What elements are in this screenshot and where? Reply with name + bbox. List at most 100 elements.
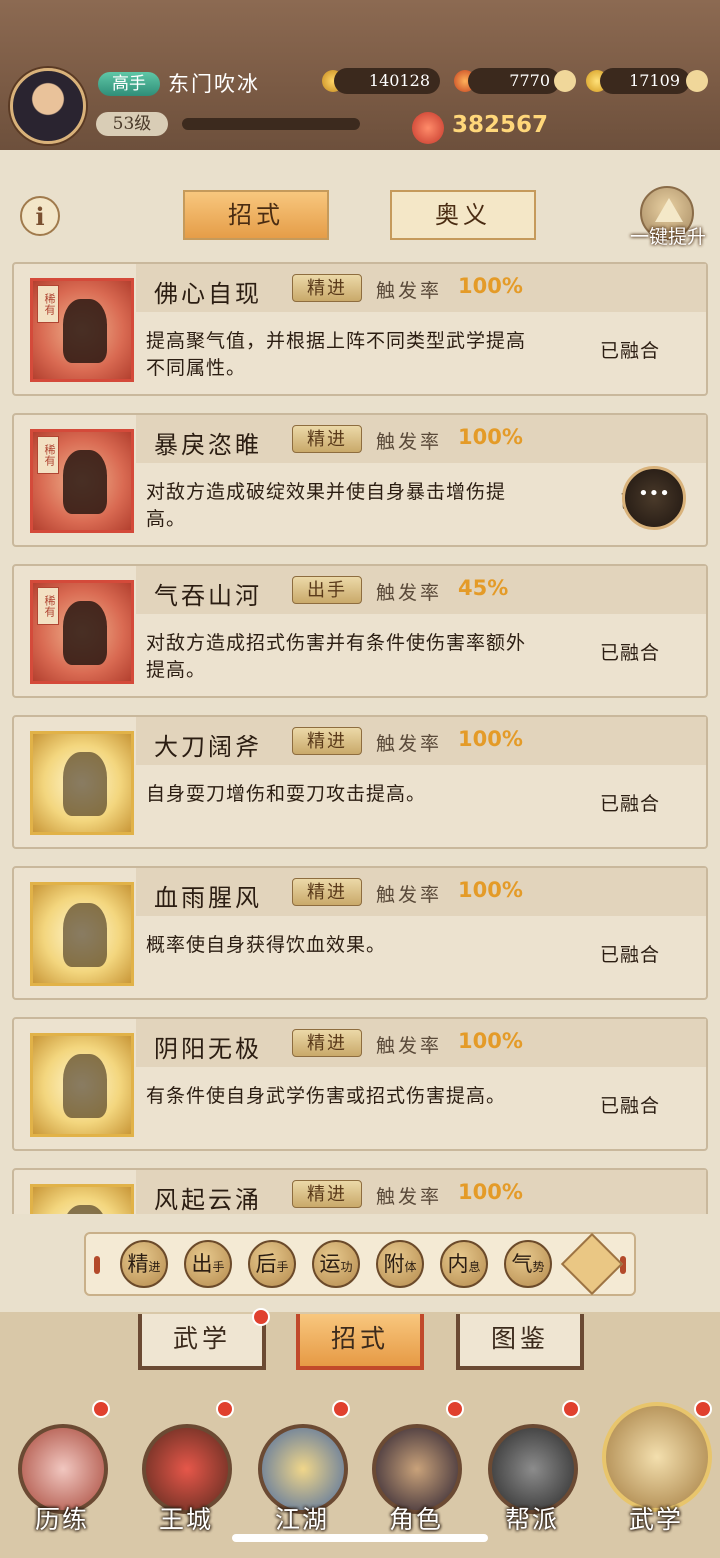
power-value: 382567 [452,112,549,138]
filter-sub-char: 功 [340,1260,353,1274]
skill-icon[interactable]: 稀有 [30,429,134,533]
skill-card[interactable]: 稀有 佛心自现 精进 触发率 100% 提高聚气值，并根据上阵不同类型武学提高不… [12,262,708,396]
chat-button[interactable] [622,466,686,530]
nav-wuxue-label: 武学 [628,1505,683,1534]
filter-button[interactable]: 后手 [248,1240,296,1288]
trigger-rate: 100% [458,425,523,449]
filter-button[interactable]: 运功 [312,1240,360,1288]
skill-tag: 出手 [292,576,362,604]
home-indicator [232,1534,488,1542]
skill-desc: 有条件使自身武学伤害或招式伤害提高。 [146,1085,507,1107]
skill-name: 血雨腥风 [154,884,262,912]
skill-status: 已融合 [599,340,660,362]
skill-art-icon [63,1054,107,1118]
skill-icon[interactable]: 稀有 [30,278,134,382]
trigger-rate: 100% [458,1180,523,1204]
skill-list[interactable]: 稀有 佛心自现 精进 触发率 100% 提高聚气值，并根据上阵不同类型武学提高不… [0,252,720,1214]
filter-button[interactable]: 精进 [120,1240,168,1288]
nav-jianghu[interactable]: 江湖 [244,1400,360,1540]
skill-icon[interactable]: 稀有 [30,580,134,684]
skill-desc: 提高聚气值，并根据上阵不同类型武学提高不同属性。 [146,330,527,379]
tab-aoyi[interactable]: 奥义 [390,190,536,240]
skill-name: 佛心自现 [154,280,262,308]
nav-jianghu-dot [332,1400,350,1418]
skill-art-icon [63,1205,107,1214]
filter-sub-char: 体 [404,1260,417,1274]
fire-count: 7770 [468,68,560,94]
nav-bangpai[interactable]: 帮派 [474,1400,590,1540]
upgrade-all-label: 一键提升 [629,226,706,248]
upgrade-all-button[interactable]: 一键提升 [622,186,714,248]
skill-status: 已融合 [599,642,660,664]
skill-tag: 精进 [292,878,362,906]
skill-art-icon [63,903,107,967]
skill-desc: 对敌方造成招式伤害并有条件使伤害率额外提高。 [146,632,527,681]
skill-desc: 概率使自身获得饮血效果。 [146,934,387,956]
filter-main-char: 后 [255,1252,277,1276]
trigger-rate: 100% [458,878,523,902]
skill-card[interactable]: 大刀阔斧 精进 触发率 100% 自身耍刀增伤和耍刀攻击提高。 已融合 [12,715,708,849]
nav-jianghu-label: 江湖 [274,1505,329,1534]
nav-bangpai-dot [562,1400,580,1418]
skill-card[interactable]: 阴阳无极 精进 触发率 100% 有条件使自身武学伤害或招式伤害提高。 已融合 [12,1017,708,1151]
player-avatar[interactable] [10,68,86,144]
skill-art-icon [63,752,107,816]
info-button[interactable]: i [20,196,60,236]
skill-status: 已融合 [599,944,660,966]
skill-desc: 对敌方造成破绽效果并使自身暴击增伤提高。 [146,481,507,530]
skill-card[interactable]: 血雨腥风 精进 触发率 100% 概率使自身获得饮血效果。 已融合 [12,866,708,1000]
filter-button[interactable]: 出手 [184,1240,232,1288]
filter-sub-char: 息 [468,1260,481,1274]
nav-lilian-label: 历练 [34,1505,89,1534]
skill-tag: 精进 [292,1180,362,1208]
trigger-rate: 100% [458,727,523,751]
ingot-add-icon[interactable] [686,70,708,92]
skill-tag: 精进 [292,425,362,453]
skill-status: 已融合 [599,1095,660,1117]
trigger-label: 触发率 [376,582,443,604]
filter-button[interactable]: 内息 [440,1240,488,1288]
skill-name: 暴戾恣睢 [154,431,262,459]
ingot-count: 17109 [600,68,690,94]
skill-name: 大刀阔斧 [154,733,262,761]
bar-end-left [94,1256,100,1274]
subtab-zhaoshi[interactable]: 招式 [296,1314,424,1370]
nav-lilian[interactable]: 历练 [4,1400,120,1540]
filter-collapse-icon[interactable] [560,1232,624,1296]
filter-main-char: 运 [319,1252,341,1276]
filter-main-char: 内 [447,1252,469,1276]
player-name: 东门吹冰 [168,72,260,96]
skill-tag: 精进 [292,1029,362,1057]
skill-icon[interactable] [30,882,134,986]
filter-main-char: 出 [191,1252,213,1276]
skill-desc: 自身耍刀增伤和耍刀攻击提高。 [146,783,427,805]
skill-icon[interactable] [30,731,134,835]
subtab-wuxue[interactable]: 武学 [138,1314,266,1370]
nav-wangcheng[interactable]: 王城 [128,1400,244,1540]
trigger-rate: 100% [458,274,523,298]
nav-wuxue[interactable]: 武学 [598,1400,714,1540]
fire-add-icon[interactable] [554,70,576,92]
skill-name: 风起云涌 [154,1186,262,1214]
skill-tag: 精进 [292,274,362,302]
skill-tag: 精进 [292,727,362,755]
skill-card[interactable]: 稀有 气吞山河 出手 触发率 45% 对敌方造成招式伤害并有条件使伤害率额外提高… [12,564,708,698]
power-icon [412,112,444,144]
nav-wuxue-dot [694,1400,712,1418]
filter-button[interactable]: 气势 [504,1240,552,1288]
filter-button[interactable]: 附体 [376,1240,424,1288]
wuxue-scroll-icon [602,1402,712,1512]
skill-icon[interactable] [30,1184,134,1214]
skill-card[interactable]: 稀有 暴戾恣睢 精进 触发率 100% 对敌方造成破绽效果并使自身暴击增伤提高。… [12,413,708,547]
skill-icon[interactable] [30,1033,134,1137]
skill-card[interactable]: 风起云涌 精进 触发率 100% [12,1168,708,1214]
tab-zhaoshi[interactable]: 招式 [183,190,329,240]
nav-juese[interactable]: 角色 [358,1400,474,1540]
subtab-tujian[interactable]: 图鉴 [456,1314,584,1370]
filter-main-char: 附 [383,1252,405,1276]
nav-wangcheng-label: 王城 [158,1505,213,1534]
subtab-wuxue-dot [252,1308,270,1326]
skill-art-icon [63,601,107,665]
skill-name: 气吞山河 [154,582,262,610]
rank-badge: 高手 [98,72,160,96]
